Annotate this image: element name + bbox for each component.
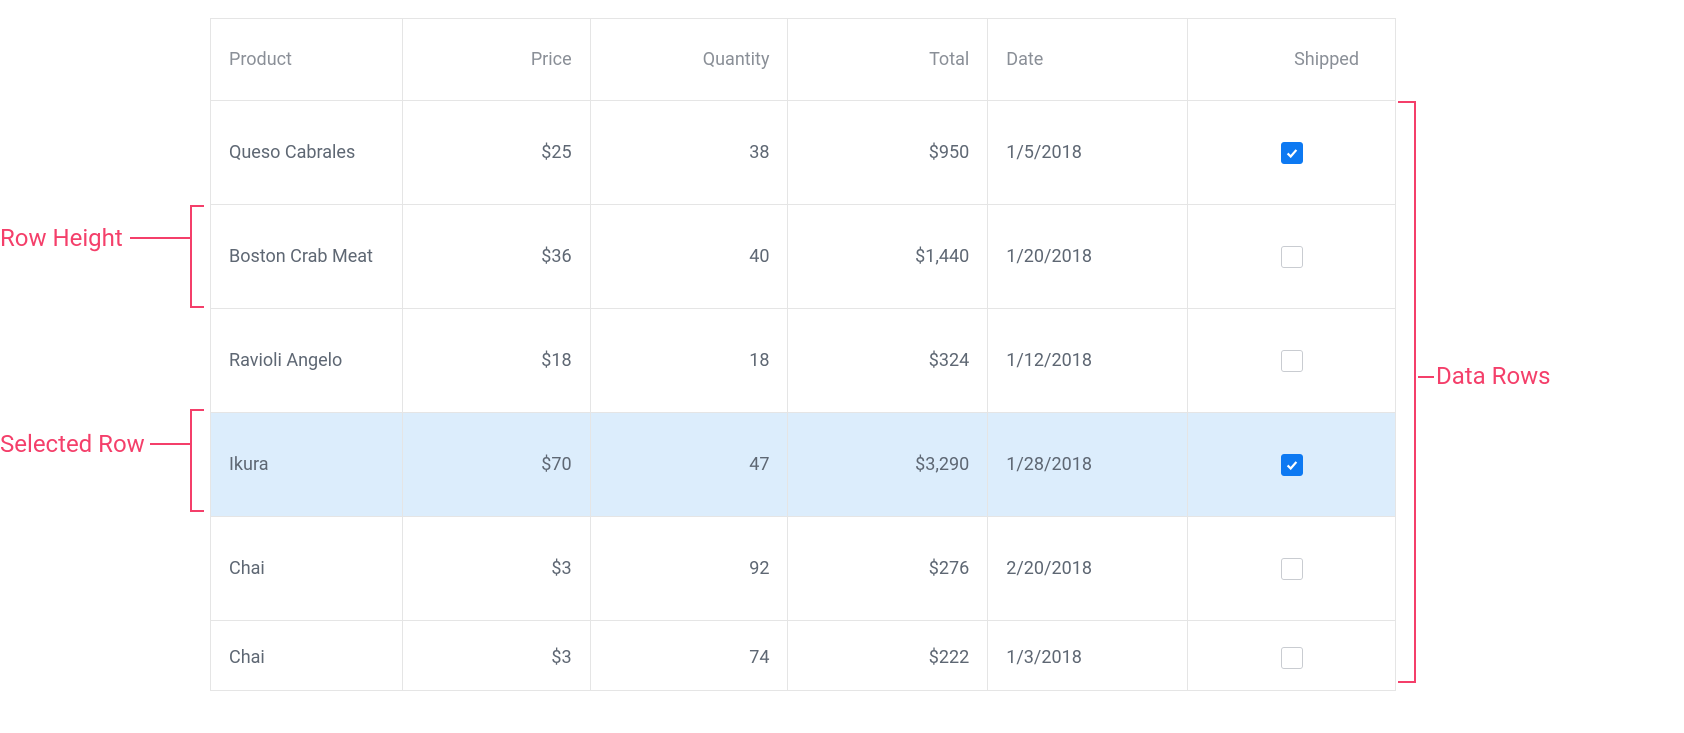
annotation-line (130, 237, 190, 239)
cell-quantity: 74 (590, 621, 788, 691)
annotation-bracket-row-height (190, 205, 204, 308)
cell-product: Chai (211, 621, 403, 691)
cell-total: $950 (788, 101, 988, 205)
cell-date: 1/12/2018 (988, 309, 1188, 413)
cell-total: $324 (788, 309, 988, 413)
annotation-row-height: Row Height (0, 224, 123, 252)
table-row[interactable]: Boston Crab Meat$3640$1,4401/20/2018 (211, 205, 1396, 309)
annotation-line (150, 443, 190, 445)
column-header-quantity[interactable]: Quantity (590, 19, 788, 101)
table-row[interactable]: Ikura$7047$3,2901/28/2018 (211, 413, 1396, 517)
shipped-checkbox[interactable] (1281, 454, 1303, 476)
cell-price: $25 (402, 101, 590, 205)
cell-product: Ravioli Angelo (211, 309, 403, 413)
cell-shipped (1188, 413, 1396, 517)
cell-price: $18 (402, 309, 590, 413)
shipped-checkbox[interactable] (1281, 142, 1303, 164)
annotation-bracket-selected-row (190, 409, 204, 512)
cell-date: 1/20/2018 (988, 205, 1188, 309)
cell-product: Boston Crab Meat (211, 205, 403, 309)
column-header-date[interactable]: Date (988, 19, 1188, 101)
cell-date: 1/5/2018 (988, 101, 1188, 205)
cell-total: $276 (788, 517, 988, 621)
cell-price: $70 (402, 413, 590, 517)
check-icon (1285, 458, 1299, 472)
table-row[interactable]: Queso Cabrales$2538$9501/5/2018 (211, 101, 1396, 205)
cell-date: 2/20/2018 (988, 517, 1188, 621)
cell-quantity: 40 (590, 205, 788, 309)
column-header-product[interactable]: Product (211, 19, 403, 101)
annotation-bracket-data-rows (1398, 101, 1416, 683)
cell-product: Ikura (211, 413, 403, 517)
cell-quantity: 38 (590, 101, 788, 205)
cell-total: $3,290 (788, 413, 988, 517)
cell-shipped (1188, 621, 1396, 691)
table-row[interactable]: Chai$392$2762/20/2018 (211, 517, 1396, 621)
data-grid: Product Price Quantity Total Date Shippe… (210, 18, 1396, 691)
column-header-shipped[interactable]: Shipped (1188, 19, 1396, 101)
cell-product: Queso Cabrales (211, 101, 403, 205)
shipped-checkbox[interactable] (1281, 647, 1303, 669)
cell-date: 1/28/2018 (988, 413, 1188, 517)
cell-price: $3 (402, 621, 590, 691)
cell-shipped (1188, 101, 1396, 205)
column-header-total[interactable]: Total (788, 19, 988, 101)
header-row: Product Price Quantity Total Date Shippe… (211, 19, 1396, 101)
cell-quantity: 18 (590, 309, 788, 413)
cell-quantity: 92 (590, 517, 788, 621)
cell-price: $3 (402, 517, 590, 621)
table-row[interactable]: Chai$374$2221/3/2018 (211, 621, 1396, 691)
cell-price: $36 (402, 205, 590, 309)
cell-date: 1/3/2018 (988, 621, 1188, 691)
annotation-data-rows: Data Rows (1436, 362, 1551, 390)
cell-total: $222 (788, 621, 988, 691)
cell-quantity: 47 (590, 413, 788, 517)
cell-shipped (1188, 205, 1396, 309)
check-icon (1285, 146, 1299, 160)
cell-shipped (1188, 309, 1396, 413)
shipped-checkbox[interactable] (1281, 558, 1303, 580)
cell-total: $1,440 (788, 205, 988, 309)
cell-shipped (1188, 517, 1396, 621)
table-row[interactable]: Ravioli Angelo$1818$3241/12/2018 (211, 309, 1396, 413)
cell-product: Chai (211, 517, 403, 621)
shipped-checkbox[interactable] (1281, 246, 1303, 268)
annotation-selected-row: Selected Row (0, 430, 145, 458)
column-header-price[interactable]: Price (402, 19, 590, 101)
shipped-checkbox[interactable] (1281, 350, 1303, 372)
annotation-line (1418, 376, 1434, 378)
